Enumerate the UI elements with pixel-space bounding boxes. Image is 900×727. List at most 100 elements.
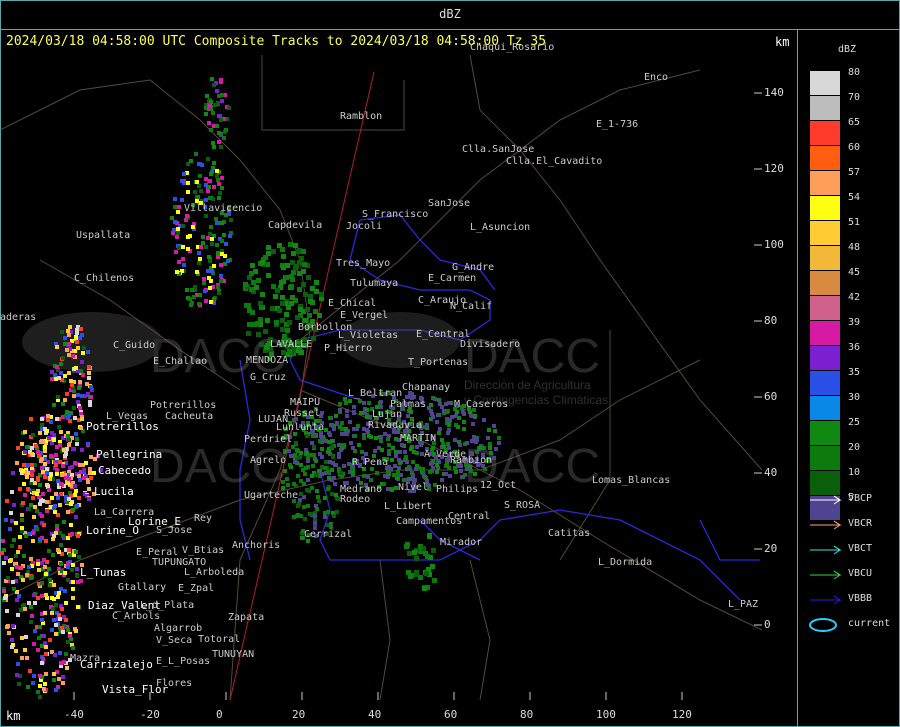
place-label: Potrerillos xyxy=(86,420,159,433)
radar-pixel xyxy=(332,514,336,518)
radar-pixel xyxy=(67,333,71,337)
radar-pixel xyxy=(414,556,419,561)
radar-pixel xyxy=(82,476,86,480)
radar-pixel xyxy=(453,466,457,470)
radar-pixel xyxy=(204,245,208,249)
radar-pixel xyxy=(47,436,51,440)
radar-pixel xyxy=(279,280,284,285)
radar-pixel xyxy=(472,435,476,439)
radar-pixel xyxy=(207,121,211,125)
radar-pixel xyxy=(301,282,306,287)
radar-pixel xyxy=(444,472,448,476)
radar-pixel xyxy=(343,397,347,401)
place-label: Agrelo xyxy=(250,455,287,466)
radar-pixel xyxy=(393,464,397,468)
radar-pixel xyxy=(301,269,306,274)
place-label: MARTIN xyxy=(400,433,437,444)
radar-pixel xyxy=(398,450,402,454)
radar-pixel xyxy=(2,561,6,565)
radar-pixel xyxy=(374,436,378,440)
radar-pixel xyxy=(74,335,78,339)
radar-pixel xyxy=(208,179,212,183)
radar-pixel xyxy=(303,292,308,297)
radar-pixel xyxy=(81,373,85,377)
x-tick-label: 100 xyxy=(596,708,616,721)
radar-pixel xyxy=(43,565,47,569)
radar-pixel xyxy=(290,277,295,282)
radar-pixel xyxy=(42,558,46,562)
radar-pixel xyxy=(435,470,439,474)
radar-pixel xyxy=(43,449,47,453)
radar-pixel xyxy=(287,320,292,325)
radar-pixel xyxy=(63,336,67,340)
radar-pixel xyxy=(76,393,80,397)
radar-pixel xyxy=(274,320,279,325)
radar-pixel xyxy=(10,638,14,642)
radar-pixel xyxy=(414,570,419,575)
radar-pixel xyxy=(31,433,35,437)
radar-pixel xyxy=(181,257,185,261)
radar-pixel xyxy=(67,371,71,375)
radar-pixel xyxy=(218,191,222,195)
radar-pixel xyxy=(362,474,366,478)
legend-swatch xyxy=(810,396,840,420)
radar-pixel xyxy=(61,402,65,406)
legend-swatch xyxy=(810,96,840,120)
current-ellipse-icon xyxy=(809,618,837,632)
radar-pixel xyxy=(70,383,74,387)
radar-pixel xyxy=(175,235,179,239)
radar-pixel xyxy=(5,499,9,503)
radar-pixel xyxy=(15,673,19,677)
radar-pixel xyxy=(63,342,67,346)
place-label: L_Asuncion xyxy=(470,222,531,233)
radar-pixel xyxy=(356,424,360,428)
legend-swatch xyxy=(810,296,840,320)
radar-pixel xyxy=(66,640,70,644)
radar-pixel xyxy=(211,111,215,115)
radar-pixel xyxy=(289,454,293,458)
radar-pixel xyxy=(32,593,36,597)
radar-pixel xyxy=(41,492,45,496)
radar-pixel xyxy=(73,416,77,420)
radar-pixel xyxy=(306,504,310,508)
radar-pixel xyxy=(390,488,394,492)
place-label: V_Seca xyxy=(156,635,193,646)
place-label: G_Andre xyxy=(452,262,495,273)
radar-pixel xyxy=(66,561,70,565)
legend-swatch xyxy=(810,121,840,145)
legend-swatch-label: 65 xyxy=(848,117,861,128)
place-label: Russel xyxy=(284,408,321,419)
radar-pixel xyxy=(352,405,356,409)
radar-pixel xyxy=(302,262,307,267)
x-tick-label: -40 xyxy=(64,708,84,721)
radar-pixel xyxy=(494,447,498,451)
radar-pixel xyxy=(260,260,265,265)
radar-pixel xyxy=(181,224,185,228)
legend-swatch-label: 25 xyxy=(848,417,861,428)
radar-pixel xyxy=(54,453,58,457)
radar-pixel xyxy=(186,235,190,239)
radar-pixel xyxy=(173,220,177,224)
radar-pixel xyxy=(387,449,391,453)
place-label: S_Jose xyxy=(156,525,193,536)
radar-pixel xyxy=(27,565,31,569)
radar-pixel xyxy=(306,478,310,482)
radar-pixel xyxy=(60,330,64,334)
radar-pixel xyxy=(369,435,373,439)
radar-pixel xyxy=(360,450,364,454)
radar-pixel xyxy=(243,282,248,287)
radar-pixel xyxy=(79,426,83,430)
radar-pixel xyxy=(10,645,14,649)
radar-pixel xyxy=(26,487,30,491)
radar-pixel xyxy=(383,432,387,436)
legend-swatch-label: 30 xyxy=(848,392,861,403)
legend-swatch xyxy=(810,171,840,195)
radar-pixel xyxy=(23,493,27,497)
radar-pixel xyxy=(328,416,332,420)
radar-pixel xyxy=(37,636,41,640)
radar-pixel xyxy=(217,94,221,98)
radar-pixel xyxy=(40,417,44,421)
radar-pixel xyxy=(75,574,79,578)
radar-pixel xyxy=(289,301,294,306)
radar-pixel xyxy=(48,477,52,481)
